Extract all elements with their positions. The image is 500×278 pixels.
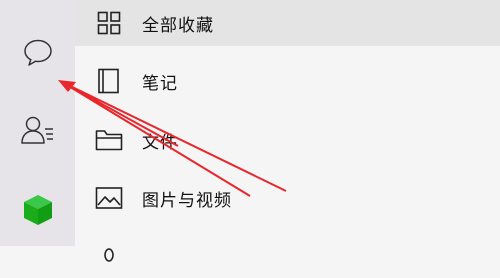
- menu-item-notes[interactable]: 笔记: [75, 58, 500, 104]
- menu-item-label: 笔记: [142, 73, 178, 94]
- menu-item-photos-videos[interactable]: 图片与视频: [75, 175, 500, 221]
- image-icon: [95, 184, 123, 212]
- favorites-menu: 全部收藏 笔记 文件 图片与视频: [75, 0, 500, 262]
- menu-item-all-favorites[interactable]: 全部收藏: [75, 0, 500, 46]
- notebook-icon: [95, 67, 123, 95]
- sidebar: [0, 0, 75, 246]
- link-icon: [95, 241, 123, 269]
- chat-bubble-icon[interactable]: [0, 38, 75, 68]
- grid-icon: [95, 9, 123, 37]
- menu-item-label: 图片与视频: [142, 190, 232, 211]
- menu-item-label: 全部收藏: [142, 15, 214, 36]
- folder-icon: [95, 126, 123, 154]
- mini-program-cube-icon[interactable]: [0, 193, 75, 227]
- menu-item-label: 文件: [142, 132, 178, 153]
- contacts-icon[interactable]: [0, 115, 75, 147]
- menu-item-files[interactable]: 文件: [75, 117, 500, 163]
- menu-item-links[interactable]: [75, 232, 500, 278]
